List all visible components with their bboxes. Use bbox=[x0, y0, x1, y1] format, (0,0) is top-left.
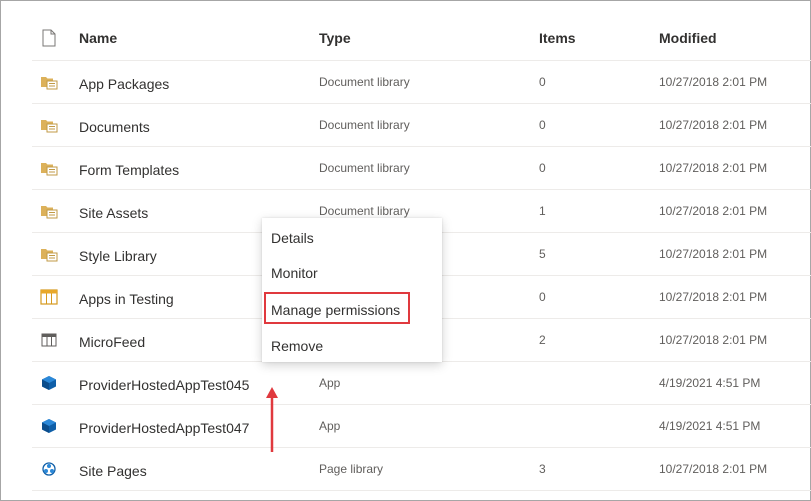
row-items: 0 bbox=[539, 290, 546, 304]
document-library-icon bbox=[41, 206, 58, 219]
row-name[interactable]: Form Templates bbox=[79, 162, 179, 178]
document-library-icon bbox=[41, 120, 58, 133]
document-library-icon bbox=[41, 163, 58, 176]
row-modified: 10/27/2018 2:01 PM bbox=[659, 333, 768, 347]
row-name[interactable]: MicroFeed bbox=[79, 334, 145, 350]
row-items: 0 bbox=[539, 118, 546, 132]
row-name[interactable]: App Packages bbox=[79, 76, 169, 92]
row-modified: 10/27/2018 2:01 PM bbox=[659, 204, 768, 218]
row-modified: 10/27/2018 2:01 PM bbox=[659, 247, 768, 261]
column-header-modified[interactable]: Modified bbox=[659, 30, 717, 46]
row-type: Document library bbox=[319, 75, 410, 89]
row-name[interactable]: Documents bbox=[79, 119, 150, 135]
highlight-box bbox=[264, 292, 410, 324]
row-items: 2 bbox=[539, 333, 546, 347]
page-library-icon bbox=[42, 462, 56, 476]
table-row[interactable]: Site Pages Page library 3 10/27/2018 2:0… bbox=[32, 448, 811, 491]
table-row[interactable]: ProviderHostedAppTest045 App 4/19/2021 4… bbox=[32, 362, 811, 405]
column-header-name[interactable]: Name bbox=[79, 30, 117, 46]
list-icon bbox=[40, 289, 58, 305]
row-name[interactable]: Style Library bbox=[79, 248, 157, 264]
document-library-icon bbox=[41, 77, 58, 90]
file-icon[interactable] bbox=[42, 29, 56, 47]
row-name[interactable]: ProviderHostedAppTest047 bbox=[79, 420, 249, 436]
column-header-type[interactable]: Type bbox=[319, 30, 351, 46]
app-icon bbox=[42, 419, 56, 433]
row-modified: 10/27/2018 2:01 PM bbox=[659, 161, 768, 175]
row-items: 0 bbox=[539, 161, 546, 175]
row-type: Document library bbox=[319, 118, 410, 132]
row-items: 3 bbox=[539, 462, 546, 476]
table-row[interactable]: Documents Document library 0 10/27/2018 … bbox=[32, 104, 811, 147]
row-items: 0 bbox=[539, 75, 546, 89]
table-row[interactable]: Form Templates Document library 0 10/27/… bbox=[32, 147, 811, 190]
app-icon bbox=[42, 376, 56, 390]
column-header-items[interactable]: Items bbox=[539, 30, 576, 46]
row-modified: 10/27/2018 2:01 PM bbox=[659, 75, 768, 89]
table-row[interactable]: ProviderHostedAppTest047 App 4/19/2021 4… bbox=[32, 405, 811, 448]
menu-item-details[interactable]: Details bbox=[271, 230, 314, 246]
context-menu: Details Monitor Manage permissions Remov… bbox=[262, 218, 442, 362]
row-modified: 10/27/2018 2:01 PM bbox=[659, 290, 768, 304]
row-type: Page library bbox=[319, 462, 384, 476]
annotation-arrow-icon bbox=[266, 387, 278, 452]
menu-item-monitor[interactable]: Monitor bbox=[271, 265, 318, 281]
document-library-icon bbox=[41, 249, 58, 262]
menu-item-remove[interactable]: Remove bbox=[271, 338, 323, 354]
table-row[interactable]: App Packages Document library 0 10/27/20… bbox=[32, 61, 811, 104]
row-name[interactable]: Apps in Testing bbox=[79, 291, 174, 307]
column-header-row: Name Type Items Modified bbox=[32, 18, 811, 61]
row-modified: 10/27/2018 2:01 PM bbox=[659, 118, 768, 132]
row-type: App bbox=[319, 376, 341, 390]
row-type: App bbox=[319, 419, 341, 433]
row-modified: 10/27/2018 2:01 PM bbox=[659, 462, 768, 476]
row-type: Document library bbox=[319, 204, 410, 218]
table-icon bbox=[41, 333, 57, 347]
row-items: 5 bbox=[539, 247, 546, 261]
row-name[interactable]: ProviderHostedAppTest045 bbox=[79, 377, 249, 393]
row-name[interactable]: Site Assets bbox=[79, 205, 148, 221]
row-modified: 4/19/2021 4:51 PM bbox=[659, 419, 761, 433]
row-name[interactable]: Site Pages bbox=[79, 463, 147, 479]
row-modified: 4/19/2021 4:51 PM bbox=[659, 376, 761, 390]
row-type: Document library bbox=[319, 161, 410, 175]
row-items: 1 bbox=[539, 204, 546, 218]
